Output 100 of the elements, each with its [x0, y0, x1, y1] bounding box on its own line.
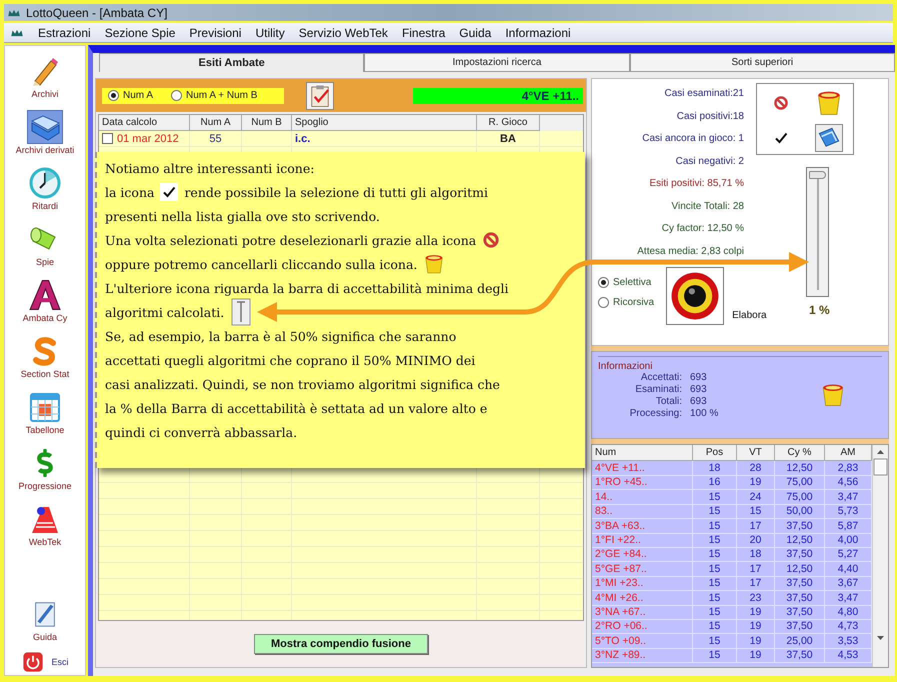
column-header: Cy %	[775, 445, 825, 461]
note-text: presenti nella lista gialla ove sto scrivendo.	[105, 208, 380, 224]
note-text: casi analizzati. Quindi, se non troviamo algoritmi significa che	[105, 376, 500, 392]
clipboard-button[interactable]	[306, 82, 334, 110]
radio-option[interactable]: Num A	[108, 90, 154, 101]
column-header: VT	[737, 445, 775, 461]
stat-text: Casi esaminati:21	[664, 87, 744, 101]
table-cell: BA	[477, 131, 540, 147]
menu-item[interactable]: Servizio WebTek	[298, 26, 388, 40]
table-cell: 5°TO +09..	[592, 634, 693, 649]
table-cell: 15	[693, 648, 737, 664]
calendar-icon	[29, 390, 61, 422]
table-cell: 15	[693, 590, 737, 606]
table-cell: 37,50	[775, 547, 825, 562]
slider-reading: 1 %	[809, 303, 830, 317]
stat-text: Attesa media: 2,83 colpi	[637, 244, 744, 258]
sidebar-item[interactable]: Archivi	[5, 50, 85, 102]
radio-option[interactable]: Ricorsiva	[598, 297, 654, 308]
table-cell: 18	[737, 547, 775, 562]
checkbox[interactable]	[102, 133, 113, 144]
table-cell: 17	[737, 562, 775, 577]
table-cell: 83..	[592, 504, 693, 520]
note-text: L'ulteriore icona riguarda la barra di accettabilità minima degli	[105, 280, 509, 296]
radio-option[interactable]: Num A + Num B	[171, 90, 258, 101]
table-cell: 4°VE +11..	[592, 461, 693, 476]
status-bar: 4°VE +11..	[413, 88, 583, 104]
table-cell: 3°NZ +89..	[592, 648, 693, 664]
tab[interactable]: Sorti superiori	[630, 53, 895, 72]
table-cell: 20	[737, 532, 775, 548]
group-title: Informazioni	[598, 360, 654, 372]
note-text: la icona	[105, 184, 154, 200]
info-label: Esaminati:	[634, 384, 682, 394]
sidebar-item[interactable]: Guida	[5, 593, 85, 645]
column-header: Num	[592, 445, 693, 461]
compendium-button[interactable]: Mostra compendio fusione	[254, 634, 428, 654]
table-cell: 15	[693, 562, 737, 577]
radio-option[interactable]: Selettiva	[598, 277, 654, 288]
menu-item[interactable]: Guida	[459, 26, 492, 40]
tab[interactable]: Impostazioni ricerca	[364, 53, 630, 72]
sidebar-item[interactable]: Esci	[5, 649, 85, 675]
deselect-button[interactable]	[773, 94, 789, 110]
sidebar-item[interactable]: WebTek	[5, 498, 85, 550]
no-entry-icon	[482, 231, 500, 249]
table-cell: 17	[737, 576, 775, 592]
books-icon	[817, 126, 841, 150]
table-cell: 55	[190, 131, 242, 147]
info-value: 693	[690, 396, 708, 406]
process-button[interactable]	[666, 267, 724, 325]
sidebar-item[interactable]: Spie	[5, 218, 85, 270]
window-title: LottoQueen - [Ambata CY]	[26, 6, 168, 20]
process-label: Elabora	[732, 310, 767, 321]
menu-item[interactable]: Informazioni	[505, 26, 571, 40]
sidebar-item[interactable]: Tabellone	[5, 386, 85, 438]
column-header: Num B	[242, 115, 292, 131]
menu-item[interactable]: Sezione Spie	[104, 26, 176, 40]
table-cell: 15	[737, 504, 775, 520]
stat-text: Esiti positivi: 85,71 %	[650, 177, 744, 191]
table-cell: 19	[737, 648, 775, 664]
note-text: Se, ad esempio, la barra è al 50% significa che saranno	[105, 328, 456, 344]
table-cell: 1°FI +22..	[592, 532, 693, 548]
sidebar-item[interactable]: Progressione	[5, 442, 85, 494]
table-cell: 15	[693, 576, 737, 592]
table-cell: 3°BA +63..	[592, 518, 693, 534]
tab[interactable]: Esiti Ambate	[99, 53, 364, 72]
sidebar-item[interactable]: Section Stat	[5, 330, 85, 382]
table-cell: 2°GE +84..	[592, 547, 693, 562]
table-cell: 37,50	[775, 619, 825, 634]
menu-item[interactable]: Finestra	[402, 26, 446, 40]
info-label: Totali:	[654, 396, 682, 406]
table-cell: i.c.	[292, 131, 477, 147]
info-label: Accettati:	[640, 372, 682, 382]
table-cell: 37,50	[775, 576, 825, 592]
column-header: Pos	[693, 445, 737, 461]
table-cell: 1°RO +45..	[592, 475, 693, 490]
note-text: rende possibile la selezione di tutti gli algoritmi	[184, 184, 488, 200]
table-cell: 24	[737, 490, 775, 505]
books-button[interactable]	[815, 124, 843, 152]
menu-item[interactable]: Estrazioni	[38, 26, 91, 40]
stat-text: Casi positivi:18	[676, 110, 744, 124]
info-value: 693	[690, 372, 708, 382]
table-cell: 19	[737, 634, 775, 649]
table-cell: 50,00	[775, 504, 825, 520]
table-cell: 37,50	[775, 590, 825, 606]
table-cell: 4°MI +26..	[592, 590, 693, 606]
menu-item[interactable]: Utility	[255, 26, 285, 40]
table-cell: 18	[693, 461, 737, 476]
sidebar-item[interactable]: Ambata Cy	[5, 274, 85, 326]
table-cell: 28	[737, 461, 775, 476]
table-cell: 12,50	[775, 562, 825, 577]
menu-item[interactable]: Previsioni	[189, 26, 242, 40]
stat-text: Casi negativi: 2	[676, 154, 744, 168]
table-cell: 37,50	[775, 648, 825, 664]
sidebar-item[interactable]: Archivi derivati	[5, 106, 85, 158]
table-cell: 12,50	[775, 461, 825, 476]
clock-icon	[29, 166, 61, 198]
table-cell: 19	[737, 604, 775, 620]
slider-icon	[230, 298, 252, 326]
column-header: Data calcolo	[99, 115, 190, 131]
slider-thumb[interactable]	[809, 171, 826, 180]
sidebar-item[interactable]: Ritardi	[5, 162, 85, 214]
